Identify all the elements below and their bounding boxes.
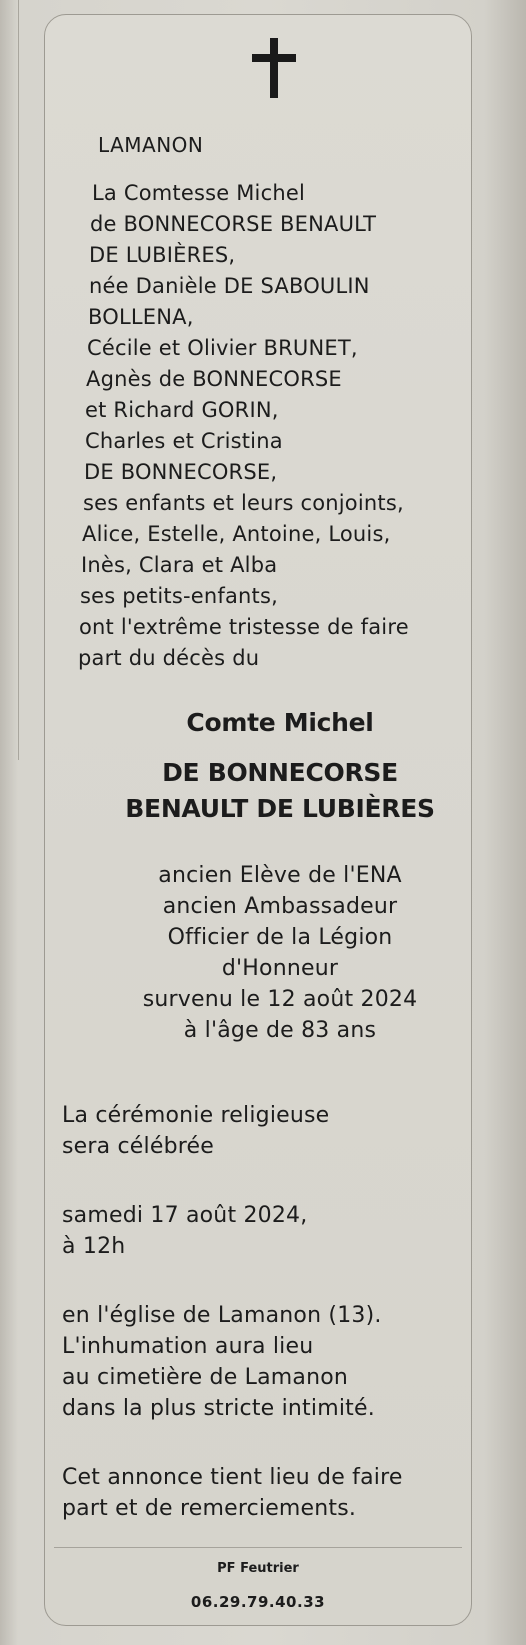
family-line: et Richard GORIN,: [85, 398, 279, 422]
ceremony-line: La cérémonie religieuse: [62, 1103, 330, 1128]
cross-icon: [252, 38, 296, 98]
title-line: à l'âge de 83 ans: [183, 1018, 377, 1043]
location-line: L'inhumation aura lieu: [62, 1334, 314, 1359]
family-line: DE BONNECORSE,: [84, 460, 278, 484]
title-line: Officier de la Légion: [167, 925, 393, 950]
agency-name: PF Feutrier: [217, 1561, 299, 1576]
family-line: part du décès du: [78, 646, 260, 670]
family-line: ses petits-enfants,: [80, 584, 278, 608]
deceased-title-line: Comte Michel: [186, 708, 374, 737]
closing-line: part et de remerciements.: [62, 1496, 357, 1521]
family-line: née Danièle DE SABOULIN: [89, 274, 370, 298]
ceremony-line: sera célébrée: [62, 1134, 214, 1159]
location-line: en l'église de Lamanon (13).: [62, 1303, 382, 1328]
title-line: ancien Elève de l'ENA: [158, 863, 402, 888]
family-line: DE LUBIÈRES,: [89, 243, 236, 267]
location-line: dans la plus stricte intimité.: [62, 1396, 375, 1421]
place-heading: LAMANON: [98, 133, 204, 157]
family-line: Inès, Clara et Alba: [81, 553, 278, 577]
deceased-name-line: DE BONNECORSE: [162, 758, 398, 787]
closing-line: Cet annonce tient lieu de faire: [62, 1465, 403, 1490]
family-line: Cécile et Olivier BRUNET,: [87, 336, 358, 360]
funeral-agency-footer: PF Feutrier 06.29.79.40.33: [44, 1547, 472, 1616]
family-line: de BONNECORSE BENAULT: [90, 212, 377, 236]
title-line: survenu le 12 août 2024: [142, 987, 418, 1012]
family-line: ont l'extrême tristesse de faire: [79, 615, 409, 639]
location-line: au cimetière de Lamanon: [62, 1365, 349, 1390]
deceased-titles: ancien Elève de l'ENA ancien Ambassadeur…: [60, 860, 500, 1046]
family-line: BOLLENA,: [88, 305, 194, 329]
date-line: à 12h: [62, 1234, 126, 1259]
title-line: ancien Ambassadeur: [162, 894, 398, 919]
location-paragraph: en l'église de Lamanon (13). L'inhumatio…: [62, 1300, 482, 1424]
deceased-name-line: BENAULT DE LUBIÈRES: [125, 794, 435, 823]
title-line: d'Honneur: [221, 956, 339, 981]
ceremony-paragraph: La cérémonie religieuse sera célébrée: [62, 1100, 482, 1162]
family-announcement: La Comtesse Michel de BONNECORSE BENAULT…: [0, 178, 526, 674]
family-line: ses enfants et leurs conjoints,: [83, 491, 404, 515]
closing-paragraph: Cet annonce tient lieu de faire part et …: [62, 1462, 482, 1524]
agency-phone: 06.29.79.40.33: [190, 1593, 326, 1611]
family-line: Agnès de BONNECORSE: [86, 367, 342, 391]
family-line: Charles et Cristina: [85, 429, 283, 453]
family-line: La Comtesse Michel: [92, 181, 306, 205]
footer-divider: [54, 1547, 462, 1548]
family-line: Alice, Estelle, Antoine, Louis,: [82, 522, 391, 546]
date-paragraph: samedi 17 août 2024, à 12h: [62, 1200, 482, 1262]
date-line: samedi 17 août 2024,: [62, 1203, 308, 1228]
deceased-name: Comte Michel DE BONNECORSE BENAULT DE LU…: [60, 705, 500, 827]
